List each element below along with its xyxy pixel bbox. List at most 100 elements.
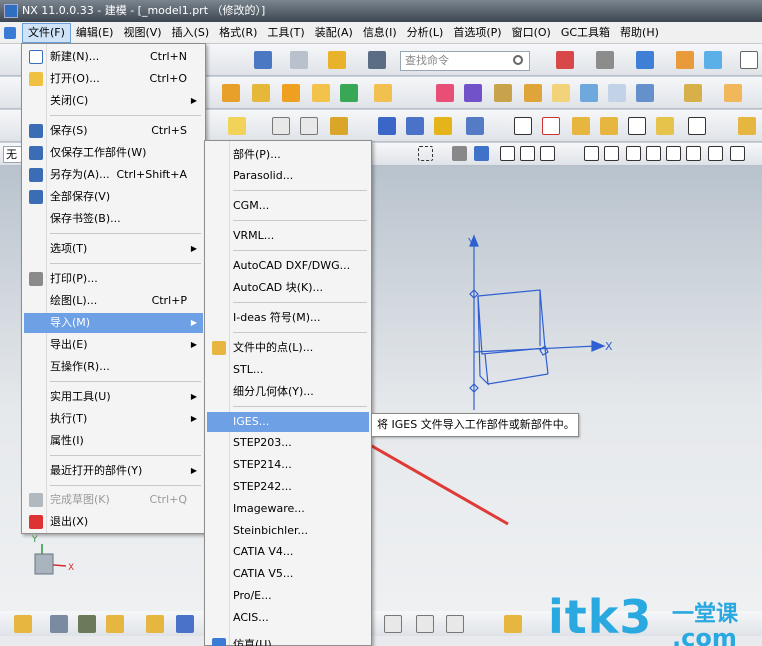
tolerance-icon[interactable] <box>688 117 706 135</box>
menu-item-plot[interactable]: 绘图(L)... Ctrl+P <box>24 291 203 311</box>
menu-analysis[interactable]: 分析(L) <box>402 23 449 43</box>
import-item-imageware[interactable]: Imageware... <box>207 499 369 519</box>
view-fit-icon[interactable] <box>556 51 574 69</box>
menu-item-save[interactable]: 保存(S) Ctrl+S <box>24 121 203 141</box>
gear-icon[interactable] <box>572 117 590 135</box>
import-item-points-from-file[interactable]: 文件中的点(L)... <box>207 338 369 358</box>
feature-icon[interactable] <box>252 84 270 102</box>
unite-icon[interactable] <box>312 84 330 102</box>
menu-item-export[interactable]: 导出(E) ▶ <box>24 335 203 355</box>
menu-item-save-all[interactable]: 全部保存(V) <box>24 187 203 207</box>
undo-icon[interactable] <box>254 51 272 69</box>
snap-center-icon[interactable] <box>626 146 641 161</box>
view-section-icon[interactable] <box>504 615 522 633</box>
ring-icon[interactable] <box>434 117 452 135</box>
import-item-simulation[interactable]: 仿真(U) <box>207 635 369 646</box>
part-icon[interactable] <box>738 117 756 135</box>
menu-item-recent-parts[interactable]: 最近打开的部件(Y) ▶ <box>24 461 203 481</box>
menu-item-utilities[interactable]: 实用工具(U) ▶ <box>24 387 203 407</box>
add-component-icon[interactable] <box>106 615 124 633</box>
spring-icon[interactable] <box>466 117 484 135</box>
import-item-catia-v4[interactable]: CATIA V4... <box>207 542 369 562</box>
import-item-autocad-dxf[interactable]: AutoCAD DXF/DWG... <box>207 256 369 276</box>
sketch-icon[interactable] <box>228 117 246 135</box>
assembly-icon[interactable] <box>684 84 702 102</box>
table-icon[interactable] <box>542 117 560 135</box>
menu-tools[interactable]: 工具(T) <box>262 23 309 43</box>
info-icon[interactable] <box>368 51 386 69</box>
menu-item-open[interactable]: 打开(O)... Ctrl+O <box>24 69 203 89</box>
snap-mid-icon[interactable] <box>520 146 535 161</box>
import-item-faceted[interactable]: 细分几何体(Y)... <box>207 382 369 402</box>
wave-icon[interactable] <box>50 615 68 633</box>
redo-icon[interactable] <box>290 51 308 69</box>
window-icon[interactable] <box>740 51 758 69</box>
note-icon[interactable] <box>628 117 646 135</box>
dimension-icon[interactable] <box>656 117 674 135</box>
snap-point-icon[interactable] <box>708 146 723 161</box>
menu-format[interactable]: 格式(R) <box>214 23 262 43</box>
import-item-iges[interactable]: IGES... <box>207 412 369 432</box>
snap-icon[interactable] <box>418 146 433 161</box>
shaded-icon[interactable] <box>636 51 654 69</box>
menu-window[interactable]: 窗口(O) <box>507 23 556 43</box>
snap-end-icon[interactable] <box>500 146 515 161</box>
menu-item-print[interactable]: 打印(P)... <box>24 269 203 289</box>
select-face-icon[interactable] <box>452 146 467 161</box>
trim-icon[interactable] <box>524 84 542 102</box>
menu-gc-toolkit[interactable]: GC工具箱 <box>556 23 615 43</box>
import-item-proe[interactable]: Pro/E... <box>207 586 369 606</box>
menu-item-exit[interactable]: 退出(X) <box>24 512 203 532</box>
snap-spline-icon[interactable] <box>604 146 619 161</box>
menu-item-save-bookmark[interactable]: 保存书签(B)... <box>24 209 203 229</box>
draft-icon[interactable] <box>580 84 598 102</box>
snap-on-icon[interactable] <box>686 146 701 161</box>
curve-icon[interactable] <box>300 117 318 135</box>
menu-information[interactable]: 信息(I) <box>358 23 402 43</box>
constraint-icon[interactable] <box>146 615 164 633</box>
gear-alt-icon[interactable] <box>600 117 618 135</box>
menu-edit[interactable]: 编辑(E) <box>71 23 119 43</box>
menu-item-finish-sketch[interactable]: 完成草图(K) Ctrl+Q <box>24 490 203 510</box>
datum-icon[interactable] <box>340 84 358 102</box>
import-item-steinbichler[interactable]: Steinbichler... <box>207 521 369 541</box>
clip-icon[interactable] <box>416 615 434 633</box>
import-item-step214[interactable]: STEP214... <box>207 455 369 475</box>
menu-view[interactable]: 视图(V) <box>118 23 166 43</box>
extrude-icon[interactable] <box>222 84 240 102</box>
command-finder-icon[interactable] <box>328 51 346 69</box>
menu-item-new[interactable]: 新建(N)... Ctrl+N <box>24 47 203 67</box>
menu-assembly[interactable]: 装配(A) <box>310 23 358 43</box>
menu-help[interactable]: 帮助(H) <box>615 23 664 43</box>
menu-file[interactable]: 文件(F) <box>22 22 71 43</box>
import-item-acis[interactable]: ACIS... <box>207 608 369 628</box>
block-icon[interactable] <box>374 84 392 102</box>
chamfer-icon[interactable] <box>464 84 482 102</box>
wcs-icon[interactable] <box>14 615 32 633</box>
import-item-autocad-block[interactable]: AutoCAD 块(K)... <box>207 278 369 298</box>
snap-existing-icon[interactable] <box>666 146 681 161</box>
measure-icon[interactable] <box>636 84 654 102</box>
offset-icon[interactable] <box>552 84 570 102</box>
import-item-step242[interactable]: STEP242... <box>207 477 369 497</box>
menu-preferences[interactable]: 首选项(P) <box>448 23 506 43</box>
import-item-parasolid[interactable]: Parasolid... <box>207 166 369 186</box>
menu-item-save-work-part[interactable]: 仅保存工作部件(W) <box>24 143 203 163</box>
texture-icon[interactable] <box>78 615 96 633</box>
mirror-icon[interactable] <box>608 84 626 102</box>
snap-tangent-icon[interactable] <box>730 146 745 161</box>
import-item-part[interactable]: 部件(P)... <box>207 145 369 165</box>
menu-item-properties[interactable]: 属性(I) <box>24 431 203 451</box>
box-icon[interactable] <box>446 615 464 633</box>
cylinder-icon[interactable] <box>378 117 396 135</box>
import-item-step203[interactable]: STEP203... <box>207 433 369 453</box>
menu-item-close[interactable]: 关闭(C) ▶ <box>24 91 203 111</box>
section-icon[interactable] <box>384 615 402 633</box>
edge-blend-icon[interactable] <box>436 84 454 102</box>
select-body-icon[interactable] <box>474 146 489 161</box>
menu-item-import[interactable]: 导入(M) ▶ <box>24 313 203 333</box>
command-search-input[interactable]: 查找命令 <box>400 51 530 71</box>
menu-item-options[interactable]: 选项(T) ▶ <box>24 239 203 259</box>
orient-view-icon[interactable] <box>704 51 722 69</box>
pipe-icon[interactable] <box>406 117 424 135</box>
